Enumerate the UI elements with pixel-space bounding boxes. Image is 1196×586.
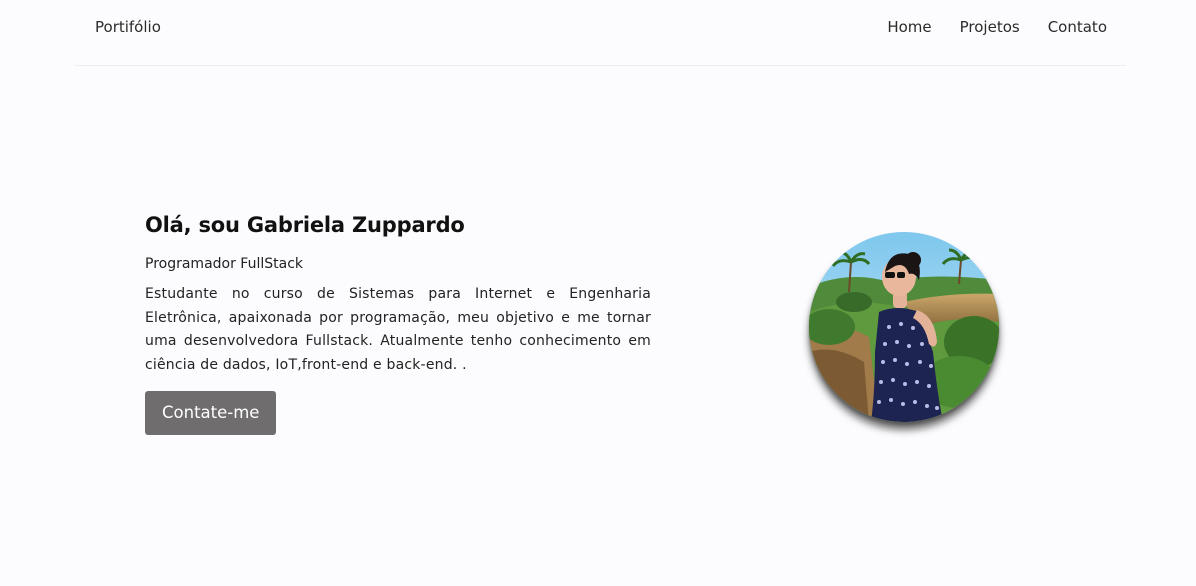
brand-link[interactable]: Portifólio	[95, 18, 161, 36]
navbar: Portifólio Home Projetos Contato	[75, 0, 1126, 66]
hero-section: Olá, sou Gabriela Zuppardo Programador F…	[145, 210, 651, 436]
nav-link-home[interactable]: Home	[887, 18, 931, 36]
hero-title: Olá, sou Gabriela Zuppardo	[145, 213, 465, 237]
nav-link-contato[interactable]: Contato	[1048, 18, 1107, 36]
nav-links: Home Projetos Contato	[859, 18, 1107, 36]
hero-description: Estudante no curso de Sistemas para Inte…	[145, 286, 651, 373]
page: Portifólio Home Projetos Contato Olá, so…	[0, 0, 1196, 586]
hero-subtitle: Programador FullStack	[145, 256, 304, 272]
contact-button[interactable]: Contate-me	[145, 391, 277, 436]
nav-link-projetos[interactable]: Projetos	[960, 18, 1020, 36]
profile-photo	[809, 232, 999, 422]
